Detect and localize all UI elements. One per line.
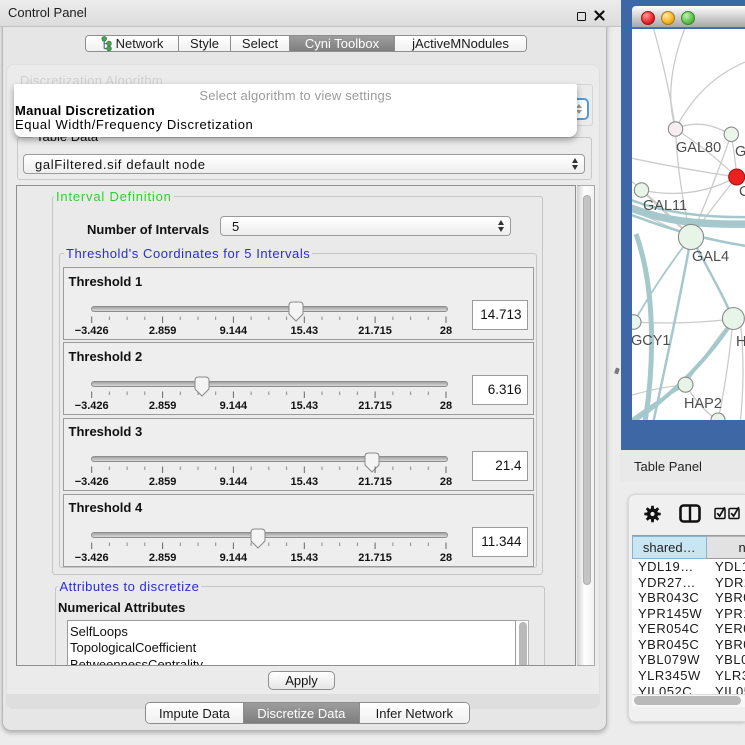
svg-text:HAP2: HAP2	[684, 396, 722, 412]
svg-text:GAL80: GAL80	[676, 140, 721, 156]
svg-text:GAL1: GAL1	[735, 144, 745, 160]
svg-text:CDC1: CDC1	[739, 184, 745, 200]
svg-text:HIS4: HIS4	[736, 334, 745, 350]
svg-text:GAL11: GAL11	[643, 198, 687, 214]
svg-text:GCY1: GCY1	[632, 333, 671, 349]
svg-text:GAL4: GAL4	[692, 249, 729, 265]
